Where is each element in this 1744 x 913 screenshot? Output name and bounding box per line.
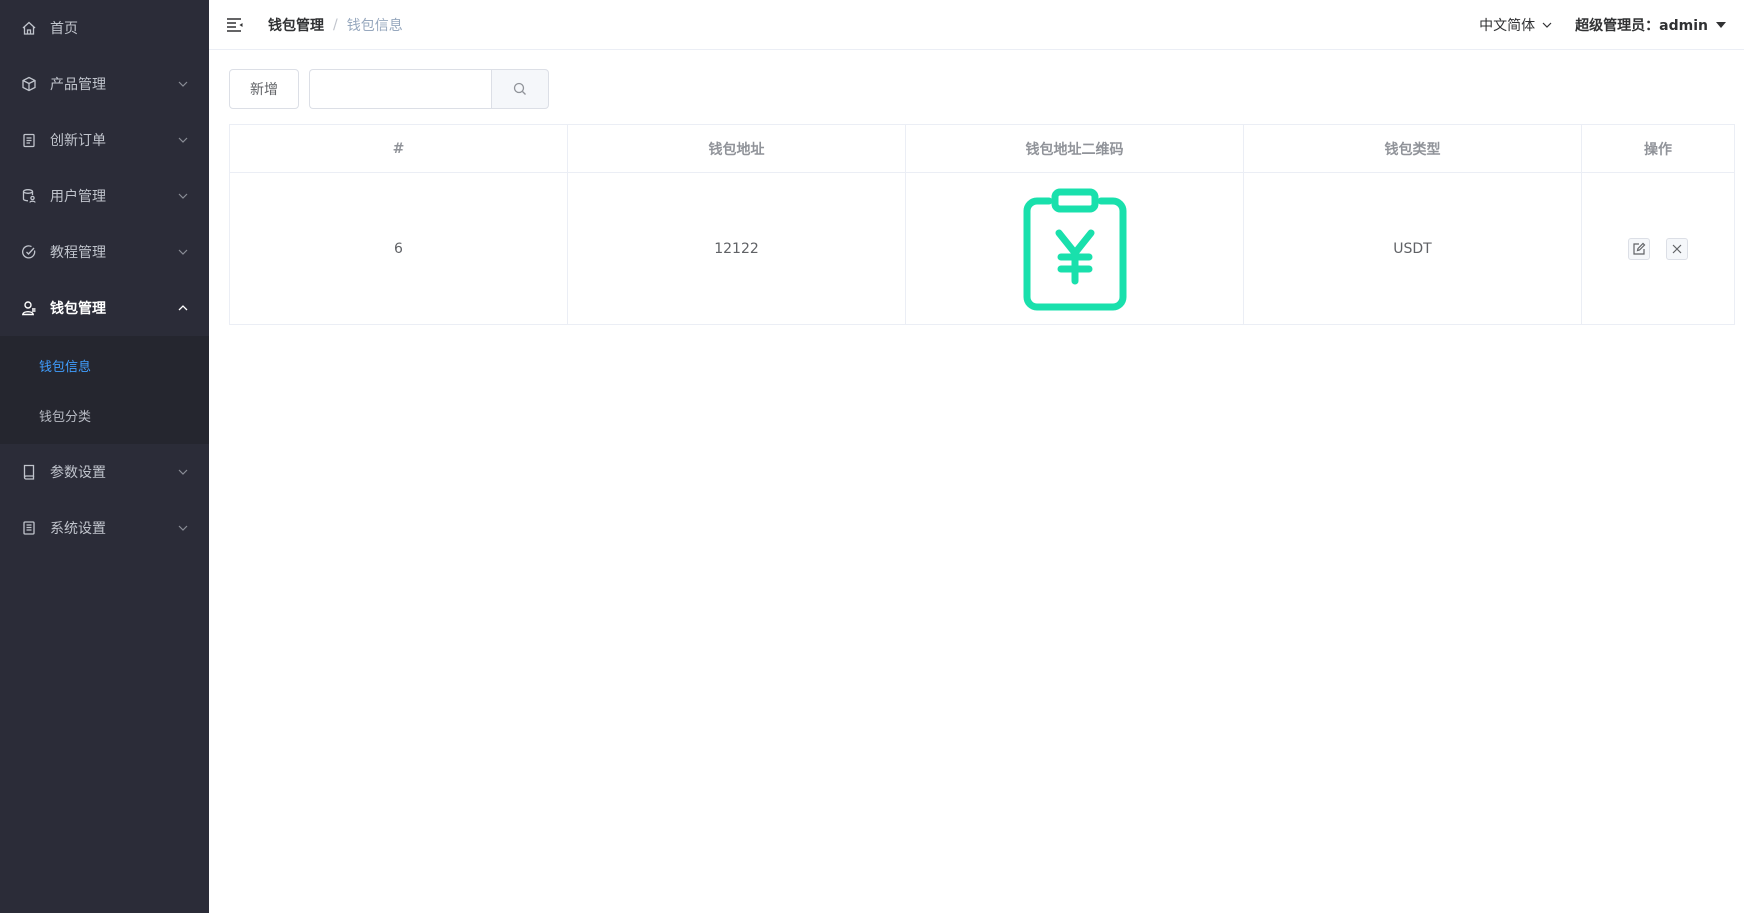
chevron-down-icon <box>1542 22 1552 28</box>
breadcrumb-item-wallet[interactable]: 钱包管理 <box>268 15 324 35</box>
edit-icon <box>1633 242 1646 255</box>
sidebar-item-label: 参数设置 <box>50 465 106 481</box>
check-circle-icon <box>20 243 38 261</box>
search-input[interactable] <box>309 69 491 109</box>
caret-down-icon <box>1716 22 1726 28</box>
cell-id: 6 <box>229 172 568 325</box>
close-icon <box>1672 244 1682 253</box>
chevron-down-icon <box>178 525 188 531</box>
user-dropdown[interactable]: 超级管理员：admin <box>1575 15 1726 35</box>
user-label: 超级管理员：admin <box>1575 18 1708 34</box>
table-header-row: # 钱包地址 钱包地址二维码 钱包类型 操作 <box>229 124 1735 173</box>
chevron-down-icon <box>178 193 188 199</box>
add-button[interactable]: 新增 <box>229 69 299 109</box>
sidebar-item-tutorials[interactable]: 教程管理 <box>0 224 209 280</box>
chevron-up-icon <box>178 305 188 311</box>
chevron-down-icon <box>178 469 188 475</box>
language-label: 中文简体 <box>1479 18 1536 34</box>
sidebar: 首页 产品管理 创新订单 用户管理 教程管理 钱包管理 钱包信息 钱包分类 参数… <box>0 0 209 913</box>
cell-actions <box>1581 172 1735 325</box>
sidebar-item-label: 首页 <box>50 21 78 37</box>
search-button[interactable] <box>491 69 549 109</box>
chevron-down-icon <box>178 249 188 255</box>
breadcrumb-item-current: 钱包信息 <box>346 17 403 34</box>
cell-qrcode <box>905 172 1244 325</box>
sidebar-item-home[interactable]: 首页 <box>0 0 209 56</box>
sidebar-item-label: 创新订单 <box>50 133 106 149</box>
toolbar: 新增 <box>229 69 549 109</box>
wallet-submenu: 钱包信息 钱包分类 <box>0 336 209 444</box>
table-row: 6 12122 USDT <box>229 172 1735 325</box>
sidebar-item-parameters[interactable]: 参数设置 <box>0 444 209 500</box>
row-actions <box>1628 237 1688 260</box>
clipboard-icon <box>20 131 38 149</box>
breadcrumb-separator: / <box>333 16 338 33</box>
search-icon <box>513 82 526 95</box>
cell-address: 12122 <box>567 172 906 325</box>
sidebar-item-system[interactable]: 系统设置 <box>0 500 209 556</box>
column-header-actions: 操作 <box>1581 124 1735 173</box>
column-header-type: 钱包类型 <box>1243 124 1582 173</box>
sidebar-item-label: 系统设置 <box>50 521 106 537</box>
sidebar-item-label: 钱包管理 <box>50 301 106 317</box>
column-header-id: # <box>229 124 568 173</box>
user-icon <box>20 299 38 317</box>
document-icon <box>20 519 38 537</box>
clipboard-yen-icon <box>1023 188 1126 310</box>
cell-type: USDT <box>1243 172 1582 325</box>
chevron-down-icon <box>178 81 188 87</box>
sidebar-item-label: 用户管理 <box>50 189 106 205</box>
header-right: 中文简体 超级管理员：admin <box>1479 0 1726 50</box>
sidebar-subitem-wallet-info[interactable]: 钱包信息 <box>0 340 209 390</box>
home-icon <box>20 19 38 37</box>
column-header-address: 钱包地址 <box>567 124 906 173</box>
sidebar-item-products[interactable]: 产品管理 <box>0 56 209 112</box>
breadcrumb: 钱包管理 / 钱包信息 <box>268 15 403 35</box>
box-icon <box>20 75 38 93</box>
notebook-icon <box>20 463 38 481</box>
database-user-icon <box>20 187 38 205</box>
wallet-table: # 钱包地址 钱包地址二维码 钱包类型 操作 6 12122 USDT <box>229 124 1735 325</box>
edit-button[interactable] <box>1628 237 1650 260</box>
sidebar-item-label: 产品管理 <box>50 77 106 93</box>
chevron-down-icon <box>178 137 188 143</box>
sidebar-item-orders[interactable]: 创新订单 <box>0 112 209 168</box>
column-header-qrcode: 钱包地址二维码 <box>905 124 1244 173</box>
menu-fold-icon[interactable] <box>226 16 244 34</box>
language-dropdown[interactable]: 中文简体 <box>1479 15 1553 35</box>
search-group <box>309 69 549 109</box>
sidebar-item-wallet[interactable]: 钱包管理 <box>0 280 209 336</box>
sidebar-item-label: 教程管理 <box>50 245 106 261</box>
sidebar-item-users[interactable]: 用户管理 <box>0 168 209 224</box>
top-header: 钱包管理 / 钱包信息 中文简体 超级管理员：admin <box>209 0 1744 50</box>
sidebar-subitem-wallet-category[interactable]: 钱包分类 <box>0 390 209 440</box>
delete-button[interactable] <box>1666 237 1688 260</box>
